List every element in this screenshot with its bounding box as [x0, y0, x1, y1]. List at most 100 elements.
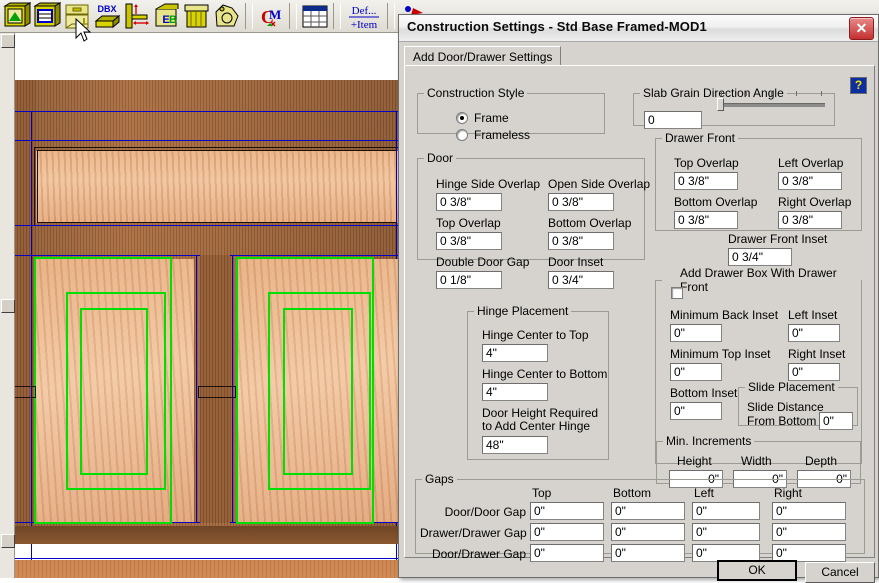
- drawer-left-overlap-label: Left Overlap: [778, 156, 844, 170]
- radio-frameless-label: Frameless: [474, 128, 531, 142]
- drawer-bottom-overlap-input[interactable]: [674, 211, 738, 229]
- dialog-titlebar[interactable]: Construction Settings - Std Base Framed-…: [399, 15, 878, 42]
- dialog-title: Construction Settings - Std Base Framed-…: [407, 19, 707, 34]
- edge-band-icon[interactable]: E B: [153, 2, 181, 31]
- drawer-top-overlap-input[interactable]: [674, 172, 738, 190]
- svg-text:Def...: Def...: [352, 5, 377, 17]
- group-hinge-placement: Hinge Placement Hinge Center to Top Hing…: [467, 304, 609, 460]
- canvas-vertical-scrollbar[interactable]: [0, 33, 15, 578]
- door-top-overlap-label: Top Overlap: [436, 216, 501, 230]
- door-inset-input[interactable]: [548, 271, 614, 289]
- min-height-label: Height: [677, 454, 712, 468]
- group-drawer-front: Drawer Front Top Overlap Left Overlap Bo…: [655, 131, 862, 266]
- gaps-row-label-door-door: Door/Door Gap: [444, 505, 526, 519]
- double-door-gap-input[interactable]: [436, 271, 502, 289]
- gap-door-door-top[interactable]: [530, 502, 604, 520]
- cabinet-front-icon[interactable]: [33, 1, 62, 31]
- gap-drawer-drawer-top[interactable]: [530, 523, 604, 541]
- group-min-increments-legend: Min. Increments: [666, 434, 752, 448]
- scroll-down-button[interactable]: [1, 534, 15, 548]
- open-side-overlap-input[interactable]: [548, 193, 614, 211]
- group-gaps-legend: Gaps: [425, 472, 454, 486]
- gap-door-drawer-top[interactable]: [530, 544, 604, 562]
- help-glyph: ?: [854, 78, 863, 92]
- dbx-box-icon[interactable]: DBX: [93, 2, 121, 31]
- gaps-row-label-drawer-drawer: Drawer/Drawer Gap: [420, 526, 527, 540]
- cancel-button[interactable]: Cancel: [805, 562, 875, 583]
- drawer-right-overlap-input[interactable]: [778, 211, 842, 229]
- mouse-cursor-icon: [74, 17, 94, 44]
- center-hinge-height-label-line2: to Add Center Hinge: [482, 419, 591, 433]
- hinge-center-bottom-input[interactable]: [482, 383, 548, 401]
- slab-grain-slider[interactable]: [717, 91, 825, 115]
- gap-door-drawer-bottom[interactable]: [611, 544, 685, 562]
- cm-macro-icon[interactable]: C M: [257, 2, 285, 31]
- hinge-side-overlap-input[interactable]: [436, 193, 502, 211]
- construction-settings-dialog: Construction Settings - Std Base Framed-…: [398, 14, 879, 583]
- custom-shape-icon[interactable]: [213, 2, 241, 31]
- group-door: Door Hinge Side Overlap Open Side Overla…: [417, 151, 650, 289]
- radio-frame[interactable]: [456, 112, 468, 124]
- open-side-overlap-label: Open Side Overlap: [548, 177, 651, 191]
- gaps-col-bottom: Bottom: [613, 486, 652, 500]
- crown-molding-icon[interactable]: [183, 2, 211, 31]
- min-width-label: Width: [741, 454, 772, 468]
- group-slide-placement: Slide Placement Slide Distance From Bott…: [738, 380, 858, 430]
- group-hinge-placement-legend: Hinge Placement: [477, 304, 569, 318]
- scroll-thumb[interactable]: [1, 299, 15, 313]
- door-top-overlap-input[interactable]: [436, 232, 502, 250]
- shelf-dimension-icon[interactable]: [123, 2, 151, 31]
- radio-frameless[interactable]: [456, 129, 468, 141]
- center-hinge-height-input[interactable]: [482, 436, 548, 454]
- svg-text:+Item: +Item: [351, 19, 378, 31]
- toolbar-separator: [245, 3, 253, 29]
- scroll-up-button[interactable]: [1, 34, 15, 48]
- right-inset-input[interactable]: [788, 363, 840, 381]
- dialog-tab-page: Construction Style Frame Frameless Door …: [404, 65, 875, 562]
- drawer-front-inset-label: Drawer Front Inset: [728, 232, 828, 246]
- min-back-inset-input[interactable]: [670, 324, 722, 342]
- cabinet-drawing-canvas[interactable]: [0, 33, 399, 578]
- svg-text:M: M: [269, 7, 281, 22]
- gap-drawer-drawer-left[interactable]: [692, 523, 760, 541]
- hinge-center-bottom-label: Hinge Center to Bottom: [482, 367, 608, 381]
- drawer-left-overlap-input[interactable]: [778, 172, 842, 190]
- door-bottom-overlap-input[interactable]: [548, 232, 614, 250]
- help-icon[interactable]: ?: [850, 77, 867, 94]
- close-icon[interactable]: ✕: [849, 17, 874, 40]
- double-door-gap-label: Double Door Gap: [436, 255, 530, 269]
- gap-door-door-right[interactable]: [772, 502, 846, 520]
- hinge-center-top-label: Hinge Center to Top: [482, 328, 589, 342]
- radio-frame-label: Frame: [474, 111, 509, 125]
- gap-drawer-drawer-right[interactable]: [772, 523, 846, 541]
- bottom-inset-label: Bottom Inset: [670, 386, 738, 400]
- def-add-item-icon[interactable]: Def... +Item: [345, 2, 383, 31]
- tab-add-door-drawer-settings[interactable]: Add Door/Drawer Settings: [404, 46, 562, 66]
- hinge-center-top-input[interactable]: [482, 344, 548, 362]
- drawer-front-inset-input[interactable]: [728, 248, 792, 266]
- gap-door-door-bottom[interactable]: [611, 502, 685, 520]
- group-door-legend: Door: [427, 151, 454, 165]
- gap-drawer-drawer-bottom[interactable]: [611, 523, 685, 541]
- close-glyph: ✕: [855, 20, 868, 36]
- bottom-inset-input[interactable]: [670, 402, 722, 420]
- gaps-row-label-door-drawer: Door/Drawer Gap: [431, 547, 526, 561]
- min-top-inset-label: Minimum Top Inset: [670, 347, 771, 361]
- door-bottom-overlap-label: Bottom Overlap: [548, 216, 632, 230]
- right-inset-label: Right Inset: [788, 347, 846, 361]
- slider-track[interactable]: [720, 103, 825, 107]
- add-drawer-box-checkbox[interactable]: [671, 287, 683, 299]
- group-slide-placement-legend: Slide Placement: [748, 380, 835, 394]
- svg-text:DBX: DBX: [97, 4, 116, 14]
- slider-thumb[interactable]: [717, 98, 724, 111]
- gaps-col-right: Right: [774, 486, 803, 500]
- cabinet-3d-icon[interactable]: [3, 1, 32, 31]
- spreadsheet-icon[interactable]: [301, 2, 329, 31]
- slide-distance-input[interactable]: [819, 412, 853, 430]
- gap-door-door-left[interactable]: [692, 502, 760, 520]
- slab-grain-angle-input[interactable]: [644, 111, 702, 129]
- left-inset-input[interactable]: [788, 324, 840, 342]
- min-top-inset-input[interactable]: [670, 363, 722, 381]
- group-drawer-box: Add Drawer Box With Drawer Front Minimum…: [655, 266, 862, 488]
- min-depth-label: Depth: [805, 454, 838, 468]
